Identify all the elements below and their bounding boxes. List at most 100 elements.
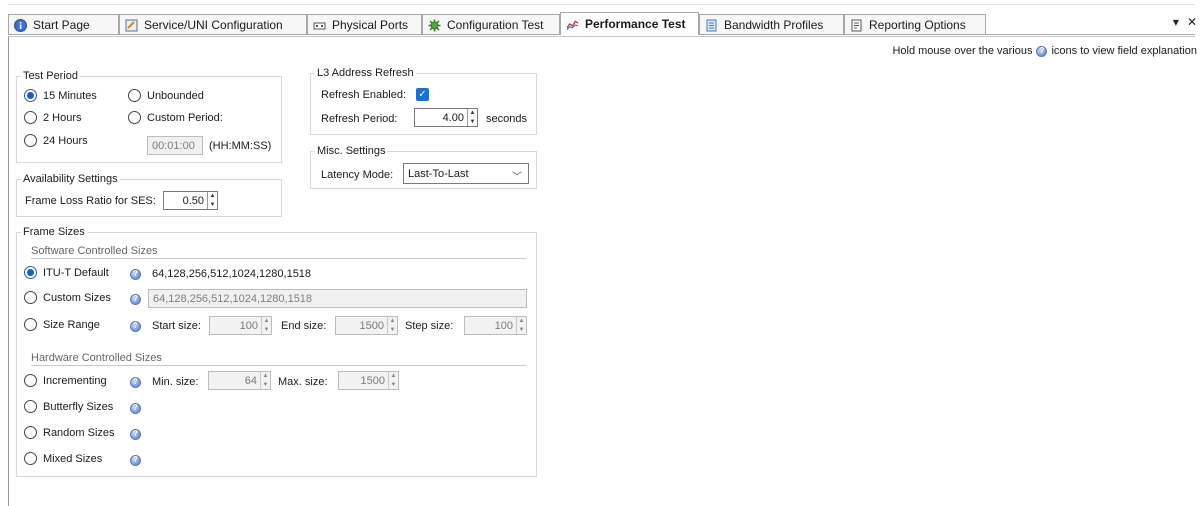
custom-sizes-input[interactable]: 64,128,256,512,1024,1280,1518 [148, 289, 527, 308]
radio-mixed-sizes[interactable]: Mixed Sizes [24, 452, 102, 465]
spin-down-icon[interactable]: ▼ [388, 326, 397, 335]
end-size-value: 1500 [359, 319, 384, 332]
tab-label: Performance Test [585, 17, 686, 31]
radio-24-hours[interactable]: 24 Hours [24, 134, 88, 147]
refresh-period-spinner[interactable]: 4.00 ▲ ▼ [414, 108, 478, 127]
radio-indicator [24, 374, 37, 387]
help-icon[interactable] [130, 294, 141, 305]
spin-up-icon[interactable]: ▲ [388, 317, 397, 326]
tab-configuration-test[interactable]: Configuration Test [422, 14, 560, 35]
radio-butterfly-sizes[interactable]: Butterfly Sizes [24, 400, 113, 413]
radio-label: Size Range [43, 318, 100, 331]
software-sizes-header: Software Controlled Sizes [31, 245, 158, 257]
spinner-buttons[interactable]: ▲ ▼ [207, 192, 217, 209]
ports-icon [313, 19, 326, 32]
tab-label: Configuration Test [447, 18, 544, 32]
spin-up-icon[interactable]: ▲ [262, 317, 271, 326]
test-period-legend: Test Period [21, 70, 81, 82]
end-size-spinner[interactable]: 1500 ▲ ▼ [335, 316, 398, 335]
spin-down-icon[interactable]: ▼ [468, 118, 477, 127]
flr-spinner[interactable]: 0.50 ▲ ▼ [163, 191, 218, 210]
step-size-spinner[interactable]: 100 ▲ ▼ [464, 316, 527, 335]
radio-size-range[interactable]: Size Range [24, 318, 100, 331]
radio-label: Mixed Sizes [43, 452, 103, 465]
reporting-icon [850, 19, 863, 32]
max-size-value: 1500 [360, 374, 385, 387]
spinner-buttons[interactable]: ▲ ▼ [387, 317, 397, 334]
spin-up-icon[interactable]: ▲ [517, 317, 526, 326]
help-icon [1036, 45, 1048, 57]
flr-label: Frame Loss Ratio for SES: [25, 195, 156, 207]
radio-label: 2 Hours [43, 111, 82, 124]
chevron-down-icon[interactable]: ▾ [1173, 15, 1179, 29]
tab-strip: Start Page Service/UNI Configuration Phy… [0, 0, 1203, 38]
min-size-value: 64 [244, 374, 257, 387]
refresh-period-label: Refresh Period: [321, 113, 398, 125]
refresh-enabled-checkbox[interactable]: ✓ [416, 88, 429, 101]
tab-reporting-options[interactable]: Reporting Options [844, 14, 986, 35]
help-icon[interactable] [130, 403, 141, 414]
custom-period-format: (HH:MM:SS) [209, 140, 272, 152]
software-sizes-divider [31, 258, 526, 259]
help-icon[interactable] [130, 269, 141, 280]
refresh-period-value: 4.00 [442, 111, 464, 124]
performance-icon [566, 18, 579, 31]
radio-label: Random Sizes [43, 426, 115, 439]
max-size-label: Max. size: [278, 376, 328, 388]
latency-mode-select[interactable]: Last-To-Last ﹀ [403, 163, 529, 184]
radio-label: 15 Minutes [43, 89, 97, 102]
min-size-spinner[interactable]: 64 ▲ ▼ [208, 371, 271, 390]
radio-15-minutes[interactable]: 15 Minutes [24, 89, 97, 102]
spin-up-icon[interactable]: ▲ [208, 192, 217, 201]
info-icon [14, 18, 27, 32]
radio-incrementing[interactable]: Incrementing [24, 374, 107, 387]
itu-sizes-value: 64,128,256,512,1024,1280,1518 [152, 268, 312, 280]
help-icon[interactable] [130, 377, 141, 388]
radio-indicator [24, 452, 37, 465]
help-icon[interactable] [130, 429, 141, 440]
hint-after: icons to view field explanation [1051, 45, 1197, 57]
radio-label: 24 Hours [43, 134, 88, 147]
step-size-label: Step size: [405, 320, 454, 332]
tab-service-uni-configuration[interactable]: Service/UNI Configuration [119, 14, 307, 35]
spin-down-icon[interactable]: ▼ [389, 381, 398, 390]
tab-bandwidth-profiles[interactable]: Bandwidth Profiles [699, 14, 844, 35]
tab-physical-ports[interactable]: Physical Ports [307, 14, 422, 35]
radio-indicator [24, 318, 37, 331]
radio-itu-t-default[interactable]: ITU-T Default [24, 266, 109, 279]
tab-label: Reporting Options [869, 18, 966, 32]
spinner-buttons[interactable]: ▲ ▼ [467, 109, 477, 126]
window-controls: ▾ ✕ [1173, 15, 1197, 29]
spin-down-icon[interactable]: ▼ [517, 326, 526, 335]
spinner-buttons[interactable]: ▲ ▼ [260, 372, 270, 389]
radio-label: Incrementing [43, 374, 107, 387]
radio-custom-period[interactable]: Custom Period: [128, 111, 223, 124]
spinner-buttons[interactable]: ▲ ▼ [261, 317, 271, 334]
close-icon[interactable]: ✕ [1187, 15, 1197, 29]
tab-label: Service/UNI Configuration [144, 18, 283, 32]
custom-period-input[interactable]: 00:01:00 [147, 136, 203, 155]
radio-label: Unbounded [147, 89, 204, 102]
radio-random-sizes[interactable]: Random Sizes [24, 426, 115, 439]
radio-indicator [24, 134, 37, 147]
max-size-spinner[interactable]: 1500 ▲ ▼ [338, 371, 399, 390]
radio-unbounded[interactable]: Unbounded [128, 89, 204, 102]
start-size-spinner[interactable]: 100 ▲ ▼ [209, 316, 272, 335]
radio-label: ITU-T Default [43, 266, 109, 279]
spin-up-icon[interactable]: ▲ [389, 372, 398, 381]
spinner-buttons[interactable]: ▲ ▼ [516, 317, 526, 334]
tab-start-page[interactable]: Start Page [8, 14, 119, 35]
radio-custom-sizes[interactable]: Custom Sizes [24, 291, 111, 304]
spin-up-icon[interactable]: ▲ [468, 109, 477, 118]
spinner-buttons[interactable]: ▲ ▼ [388, 372, 398, 389]
radio-2-hours[interactable]: 2 Hours [24, 111, 82, 124]
tab-performance-test[interactable]: Performance Test [560, 12, 699, 35]
spin-down-icon[interactable]: ▼ [261, 381, 270, 390]
spin-down-icon[interactable]: ▼ [208, 201, 217, 210]
help-icon[interactable] [130, 455, 141, 466]
spin-up-icon[interactable]: ▲ [261, 372, 270, 381]
availability-legend: Availability Settings [21, 173, 120, 185]
help-icon[interactable] [130, 321, 141, 332]
frame-sizes-legend: Frame Sizes [21, 226, 87, 238]
spin-down-icon[interactable]: ▼ [262, 326, 271, 335]
